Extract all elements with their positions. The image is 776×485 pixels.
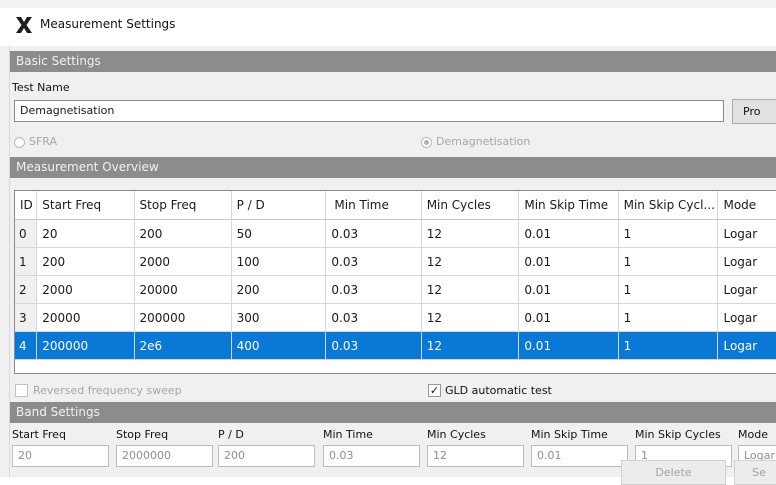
table-header-row: ID Start Freq Stop Freq P / D Min Time M…	[15, 191, 776, 220]
row-id: 3	[15, 303, 38, 332]
cell-start-freq: 20000	[36, 303, 135, 332]
cell-p-d: 50	[231, 219, 327, 248]
cell-min-time: 0.03	[325, 331, 422, 360]
cell-min-time: 0.03	[325, 247, 422, 276]
cell-p-d: 400	[231, 331, 327, 360]
band-stop-freq-input[interactable]: 2000000	[116, 445, 213, 467]
band-min-skip-cycles-label: Min Skip Cycles	[635, 428, 721, 441]
col-header-id[interactable]: ID	[15, 191, 38, 220]
cell-min-cycles: 12	[421, 275, 520, 304]
cell-min-skip-time: 0.01	[518, 331, 619, 360]
band-p-d-label: P / D	[218, 428, 244, 441]
band-min-cycles-label: Min Cycles	[427, 428, 486, 441]
cell-stop-freq: 2000	[134, 247, 232, 276]
cell-min-time: 0.03	[325, 219, 422, 248]
reversed-sweep-label: Reversed frequency sweep	[33, 384, 182, 397]
band-min-skip-time-input[interactable]: 0.01	[531, 445, 628, 467]
row-id: 2	[15, 275, 38, 304]
measurement-table[interactable]: ID Start Freq Stop Freq P / D Min Time M…	[14, 190, 776, 374]
cell-min-time: 0.03	[325, 275, 422, 304]
table-row[interactable]: 1 200 2000 100 0.03 12 0.01 1 Logar	[15, 247, 776, 276]
left-border	[0, 46, 10, 477]
cell-min-skip-cycles: 1	[618, 247, 719, 276]
cell-mode: Logar	[717, 275, 776, 304]
cell-min-skip-cycles: 1	[618, 219, 719, 248]
cell-start-freq: 2000	[36, 275, 135, 304]
band-min-cycles-input[interactable]: 12	[427, 445, 524, 467]
table-row-selected[interactable]: 4 200000 2e6 400 0.03 12 0.01 1 Logar	[15, 331, 776, 360]
cell-min-cycles: 12	[421, 219, 520, 248]
cell-start-freq: 20	[36, 219, 135, 248]
cell-min-skip-time: 0.01	[518, 275, 619, 304]
x-logo-icon	[14, 15, 34, 35]
gld-automatic-checkbox[interactable]: ✓	[428, 384, 441, 397]
cell-mode: Logar	[717, 303, 776, 332]
col-header-min-skip-cycles[interactable]: Min Skip Cycl...	[618, 191, 719, 220]
col-header-mode[interactable]: Mode	[717, 191, 776, 220]
row-id: 1	[15, 247, 38, 276]
settings-panel: Basic Settings Test Name Demagnetisation…	[10, 46, 776, 485]
test-name-label: Test Name	[12, 81, 70, 94]
cell-mode: Logar	[717, 331, 776, 360]
band-settings-header: Band Settings	[10, 402, 776, 423]
table-row[interactable]: 0 20 200 50 0.03 12 0.01 1 Logar	[15, 219, 776, 248]
col-header-stop-freq[interactable]: Stop Freq	[134, 191, 232, 220]
table-row[interactable]: 3 20000 200000 300 0.03 12 0.01 1 Logar	[15, 303, 776, 332]
cell-p-d: 200	[231, 275, 327, 304]
col-header-start-freq[interactable]: Start Freq	[36, 191, 135, 220]
window-top-edge	[0, 0, 776, 8]
band-min-skip-time-label: Min Skip Time	[531, 428, 608, 441]
cell-mode: Logar	[717, 219, 776, 248]
band-p-d-input[interactable]: 200	[218, 445, 315, 467]
set-button[interactable]: Se	[734, 460, 776, 485]
delete-button[interactable]: Delete	[621, 460, 726, 485]
gld-automatic-label: GLD automatic test	[445, 384, 552, 397]
cell-min-cycles: 12	[421, 303, 520, 332]
row-id: 4	[15, 331, 38, 360]
col-header-p-d[interactable]: P / D	[231, 191, 327, 220]
cell-stop-freq: 2e6	[134, 331, 232, 360]
table-row[interactable]: 2 2000 20000 200 0.03 12 0.01 1 Logar	[15, 275, 776, 304]
band-min-time-label: Min Time	[323, 428, 373, 441]
cell-min-skip-time: 0.01	[518, 247, 619, 276]
col-header-min-skip-time[interactable]: Min Skip Time	[518, 191, 619, 220]
col-header-min-time[interactable]: Min Time	[325, 191, 422, 220]
cell-p-d: 100	[231, 247, 327, 276]
cell-min-skip-time: 0.01	[518, 219, 619, 248]
demagnetisation-radio[interactable]	[421, 137, 432, 148]
title-bar: Measurement Settings	[0, 0, 776, 46]
cell-start-freq: 200	[36, 247, 135, 276]
cell-min-cycles: 12	[421, 247, 520, 276]
band-start-freq-label: Start Freq	[12, 428, 66, 441]
basic-settings-header: Basic Settings	[10, 51, 776, 72]
sfra-radio-label: SFRA	[29, 135, 58, 148]
cell-min-skip-time: 0.01	[518, 303, 619, 332]
cell-min-time: 0.03	[325, 303, 422, 332]
cell-stop-freq: 200	[134, 219, 232, 248]
cell-min-skip-cycles: 1	[618, 331, 719, 360]
cell-start-freq: 200000	[36, 331, 135, 360]
pro-button[interactable]: Pro	[732, 99, 776, 124]
cell-min-cycles: 12	[421, 331, 520, 360]
band-mode-label: Mode	[738, 428, 768, 441]
band-stop-freq-label: Stop Freq	[116, 428, 169, 441]
demagnetisation-radio-label: Demagnetisation	[436, 135, 531, 148]
measurement-overview-header: Measurement Overview	[10, 157, 776, 178]
sfra-radio[interactable]	[14, 137, 25, 148]
cell-stop-freq: 20000	[134, 275, 232, 304]
row-id: 0	[15, 219, 38, 248]
band-start-freq-input[interactable]: 20	[12, 445, 109, 467]
band-min-time-input[interactable]: 0.03	[323, 445, 420, 467]
cell-min-skip-cycles: 1	[618, 275, 719, 304]
cell-min-skip-cycles: 1	[618, 303, 719, 332]
cell-p-d: 300	[231, 303, 327, 332]
col-header-min-cycles[interactable]: Min Cycles	[421, 191, 520, 220]
test-name-input[interactable]: Demagnetisation	[14, 100, 724, 122]
window-title: Measurement Settings	[40, 17, 176, 31]
cell-mode: Logar	[717, 247, 776, 276]
cell-stop-freq: 200000	[134, 303, 232, 332]
reversed-sweep-checkbox[interactable]	[15, 384, 28, 397]
